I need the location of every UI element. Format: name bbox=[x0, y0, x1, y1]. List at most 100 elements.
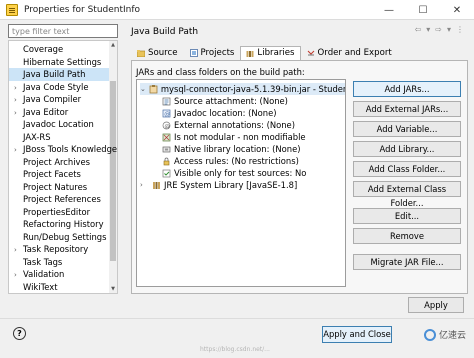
classpath-entry-label: JRE System Library [JavaSE-1.8] bbox=[164, 180, 298, 190]
url-watermark: https://blog.csdn.net/... bbox=[200, 346, 270, 353]
expand-arrow-icon[interactable]: › bbox=[140, 179, 149, 191]
tree-item-label: Refactoring History bbox=[23, 219, 104, 229]
maximize-button[interactable]: ☐ bbox=[406, 0, 440, 20]
add-library-button[interactable]: Add Library... bbox=[353, 141, 461, 157]
back-arrow-icon[interactable]: ⇦ bbox=[415, 25, 422, 34]
expand-arrow-icon[interactable]: ⌄ bbox=[140, 83, 146, 95]
forward-arrow-icon[interactable]: ⇨ bbox=[435, 25, 442, 34]
classpath-entry-attribute[interactable]: Visible only for test sources: No bbox=[162, 167, 306, 179]
module-icon bbox=[162, 133, 171, 141]
apply-and-close-button[interactable]: Apply and Close bbox=[322, 326, 392, 343]
tree-item-label: Project Facets bbox=[23, 169, 81, 179]
classpath-entry[interactable]: ⌄ mysql-connector-java-5.1.39-bin.jar - S… bbox=[140, 83, 345, 95]
tree-scrollbar[interactable]: ▲ ▼ bbox=[109, 41, 117, 293]
back-menu-icon[interactable]: ▾ bbox=[426, 25, 430, 34]
help-icon[interactable]: ? bbox=[13, 327, 26, 340]
scroll-down-icon[interactable]: ▼ bbox=[109, 285, 117, 293]
tree-item[interactable]: Javadoc Location bbox=[9, 118, 109, 131]
tree-item[interactable]: › Validation bbox=[9, 268, 109, 281]
tree-item[interactable]: WikiText bbox=[9, 281, 109, 294]
libraries-icon bbox=[246, 50, 254, 57]
tab-projects[interactable]: Projects bbox=[184, 46, 241, 60]
add-class-folder-button[interactable]: Add Class Folder... bbox=[353, 161, 461, 177]
tree-item[interactable]: JAX-RS bbox=[9, 131, 109, 144]
tree-item[interactable]: Coverage bbox=[9, 43, 109, 56]
tree-item[interactable]: Project Facets bbox=[9, 168, 109, 181]
tree-item[interactable]: Project Natures bbox=[9, 181, 109, 194]
tree-item-label: Java Editor bbox=[23, 106, 69, 117]
tree-item[interactable]: Run/Debug Settings bbox=[9, 231, 109, 244]
classpath-entry-label: External annotations: (None) bbox=[174, 120, 295, 130]
tree-item[interactable]: PropertiesEditor bbox=[9, 206, 109, 219]
source-folder-icon bbox=[137, 50, 145, 57]
tree-item[interactable]: › Java Code Style bbox=[9, 81, 109, 94]
classpath-entry-attribute[interactable]: Access rules: (No restrictions) bbox=[162, 155, 299, 167]
classpath-entry-label: Native library location: (None) bbox=[174, 144, 301, 154]
tree-item[interactable]: Project References bbox=[9, 193, 109, 206]
tree-item-label: Coverage bbox=[23, 44, 64, 54]
test-sources-icon bbox=[162, 169, 171, 177]
tree-item-label: Run/Debug Settings bbox=[23, 231, 107, 242]
view-menu-icon[interactable]: ⋮ bbox=[456, 25, 464, 34]
tab-source[interactable]: Source bbox=[131, 46, 184, 60]
classpath-entry-label: Is not modular - non modifiable bbox=[174, 132, 306, 142]
classpath-entry-attribute[interactable]: @ Javadoc location: (None) bbox=[162, 107, 277, 119]
classpath-entry-attribute[interactable]: @ External annotations: (None) bbox=[162, 119, 295, 131]
tree-item[interactable]: Java Build Path bbox=[9, 68, 109, 81]
tree-item-label: Hibernate Settings bbox=[23, 56, 102, 67]
tree-item[interactable]: › Java Compiler bbox=[9, 93, 109, 106]
scroll-up-icon[interactable]: ▲ bbox=[109, 41, 117, 49]
classpath-entry[interactable]: › JRE System Library [JavaSE-1.8] bbox=[140, 179, 297, 191]
apply-button[interactable]: Apply bbox=[408, 297, 464, 313]
tree-item[interactable]: Hibernate Settings bbox=[9, 56, 109, 69]
tree-item[interactable]: Project Archives bbox=[9, 156, 109, 169]
order-export-icon bbox=[307, 50, 314, 56]
classpath-entry-label: Access rules: (No restrictions) bbox=[174, 156, 299, 166]
tab-libraries[interactable]: Libraries bbox=[240, 46, 301, 60]
classpath-entry-attribute[interactable]: Source attachment: (None) bbox=[162, 95, 288, 107]
tab-order-and-export-label: Order and Export bbox=[317, 47, 392, 58]
window-title: Properties for StudentInfo bbox=[24, 4, 141, 15]
classpath-entry-label: Javadoc location: (None) bbox=[174, 108, 277, 118]
property-page-tree[interactable]: ▲ ▼ Coverage Hibernate Settings Java Build… bbox=[8, 40, 118, 294]
tab-order-and-export[interactable]: Order and Export bbox=[301, 46, 398, 60]
add-external-class-folder-button[interactable]: Add External Class Folder... bbox=[353, 181, 461, 208]
watermark-logo-icon bbox=[423, 328, 436, 341]
tree-item[interactable]: Refactoring History bbox=[9, 218, 109, 231]
page-title: Java Build Path bbox=[131, 27, 199, 37]
watermark-text: 亿速云 bbox=[438, 331, 466, 341]
jars-label: JARs and class folders on the build path… bbox=[136, 67, 305, 77]
close-button[interactable]: ✕ bbox=[440, 0, 474, 20]
tree-item[interactable]: Task Tags bbox=[9, 256, 109, 269]
scroll-thumb[interactable] bbox=[110, 81, 116, 261]
add-jars-button[interactable]: Add JARs... bbox=[353, 81, 461, 97]
tree-item-label: Java Compiler bbox=[23, 94, 82, 104]
tree-item[interactable]: › JBoss Tools Knowledge bbox=[9, 143, 117, 156]
access-rules-icon bbox=[163, 157, 170, 165]
tree-item-label: JBoss Tools Knowledge bbox=[23, 144, 118, 154]
migrate-jar-button[interactable]: Migrate JAR File... bbox=[353, 254, 461, 270]
tree-item[interactable]: › Java Editor bbox=[9, 106, 109, 119]
add-variable-button[interactable]: Add Variable... bbox=[353, 121, 461, 137]
page-navigation: ⇦ ▾ ⇨ ▾ ⋮ bbox=[415, 25, 464, 34]
tree-item-label: JAX-RS bbox=[23, 131, 51, 142]
edit-button[interactable]: Edit... bbox=[353, 208, 461, 224]
tree-item-label: Project References bbox=[23, 194, 101, 204]
tree-item-label: PropertiesEditor bbox=[23, 206, 91, 217]
tree-item-label: Java Code Style bbox=[23, 81, 89, 92]
tree-item[interactable]: › Task Repository bbox=[9, 243, 109, 256]
add-external-jars-button[interactable]: Add External JARs... bbox=[353, 101, 461, 117]
filter-input[interactable] bbox=[8, 24, 118, 38]
tree-item-label: WikiText bbox=[23, 281, 58, 292]
tab-libraries-label: Libraries bbox=[257, 48, 295, 58]
annotations-icon: @ bbox=[162, 121, 171, 129]
minimize-button[interactable]: — bbox=[372, 0, 406, 20]
classpath-entry-attribute[interactable]: Native library location: (None) bbox=[162, 143, 300, 155]
watermark: 亿速云 bbox=[423, 328, 466, 341]
forward-menu-icon[interactable]: ▾ bbox=[447, 25, 451, 34]
build-path-entries-tree[interactable]: ⌄ mysql-connector-java-5.1.39-bin.jar - S… bbox=[136, 79, 346, 287]
tab-source-label: Source bbox=[148, 47, 178, 58]
remove-button[interactable]: Remove bbox=[353, 228, 461, 244]
svg-text:@: @ bbox=[165, 123, 171, 129]
classpath-entry-attribute[interactable]: Is not modular - non modifiable bbox=[162, 131, 306, 143]
